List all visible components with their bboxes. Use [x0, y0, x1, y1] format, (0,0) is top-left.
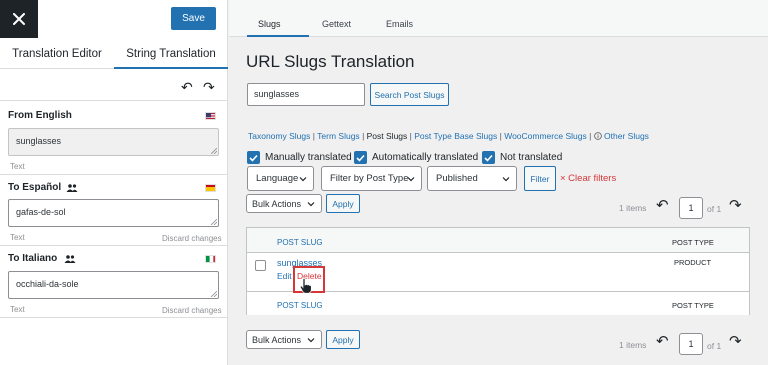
checkbox-checked[interactable] [247, 151, 260, 164]
tab-gettext[interactable]: Gettext [322, 19, 351, 29]
table-header: POST SLUG POST TYPE [247, 228, 749, 253]
divider [0, 317, 228, 318]
items-count-bottom: 1 items [619, 340, 647, 350]
nav-taxonomy-slugs[interactable]: Taxonomy Slugs [248, 131, 310, 141]
filter-button[interactable]: Filter [524, 166, 556, 191]
chevron-down-icon [502, 176, 510, 181]
discard-changes-link-it[interactable]: Discard changes [162, 306, 222, 315]
source-text-value: sunglasses [16, 136, 62, 146]
resize-grip-icon[interactable] [211, 219, 217, 225]
row-post-type: PRODUCT [674, 258, 712, 267]
column-post-slug[interactable]: POST SLUG [277, 238, 323, 247]
column-post-slug-footer[interactable]: POST SLUG [277, 301, 323, 310]
column-post-type-footer: POST TYPE [672, 301, 714, 310]
chevron-down-icon [407, 176, 415, 181]
chevron-down-icon [307, 337, 315, 342]
tab-emails[interactable]: Emails [386, 19, 413, 29]
next-page-icon[interactable]: ↷ [729, 334, 742, 349]
discard-changes-link-es[interactable]: Discard changes [162, 234, 222, 243]
italian-hint: Text [10, 305, 25, 314]
previous-page-icon[interactable]: ↶ [656, 334, 669, 349]
active-tab-indicator [247, 35, 309, 37]
bulk-actions-select-top[interactable]: Bulk Actions [246, 194, 322, 213]
language-select[interactable]: Language [247, 166, 314, 191]
items-count-top: 1 items [619, 203, 647, 213]
checkmark-icon [484, 154, 493, 162]
total-pages-bottom: of 1 [707, 341, 722, 351]
close-button[interactable] [0, 0, 38, 38]
filter-automatically-translated[interactable]: Automatically translated [354, 151, 478, 164]
target-language-label-es: To Español [8, 182, 62, 193]
nav-term-slugs[interactable]: Term Slugs [317, 131, 360, 141]
current-page-input-top[interactable]: 1 [679, 197, 703, 219]
column-post-type: POST TYPE [672, 238, 714, 247]
checkmark-icon [249, 154, 258, 162]
string-type-tabs: Slugs Gettext Emails [229, 0, 768, 37]
italian-translation-value: occhiali-da-sole [16, 279, 79, 289]
resize-grip-icon [211, 148, 217, 154]
chevron-down-icon [299, 176, 307, 181]
checkmark-icon [356, 154, 365, 162]
checkbox-label: Automatically translated [372, 152, 479, 163]
users-icon [66, 184, 78, 192]
us-flag-icon [205, 112, 216, 120]
nav-woocommerce-slugs[interactable]: WooCommerce Slugs [504, 131, 587, 141]
undo-icon[interactable]: ↶ [181, 80, 193, 94]
divider [0, 100, 228, 101]
checkbox-label: Manually translated [265, 152, 352, 163]
redo-icon[interactable]: ↷ [203, 80, 215, 94]
divider [0, 245, 228, 246]
row-edit-link[interactable]: Edit [277, 271, 292, 281]
translation-sidebar: Save Translation Editor String Translati… [0, 0, 228, 365]
row-checkbox[interactable] [255, 260, 266, 271]
total-pages-top: of 1 [707, 204, 722, 214]
filter-manually-translated[interactable]: Manually translated [247, 151, 352, 164]
apply-button-bottom[interactable]: Apply [326, 330, 360, 349]
clear-filters-link[interactable]: × Clear filters [560, 173, 616, 184]
users-icon [64, 255, 76, 263]
from-language-label: From English [8, 110, 72, 121]
source-hint: Text [10, 162, 25, 171]
spanish-hint: Text [10, 233, 25, 242]
nav-post-slugs[interactable]: Post Slugs [367, 131, 408, 141]
italian-translation-field[interactable]: occhiali-da-sole [8, 271, 219, 299]
tab-string-translation[interactable]: String Translation [114, 44, 228, 69]
search-input[interactable]: sunglasses [247, 83, 365, 106]
apply-button-top[interactable]: Apply [326, 194, 360, 213]
next-page-icon[interactable]: ↷ [729, 198, 742, 213]
slug-type-nav: Taxonomy Slugs | Term Slugs | Post Slugs… [248, 131, 649, 141]
divider [0, 174, 228, 175]
close-icon [13, 13, 25, 25]
checkbox-label: Not translated [500, 152, 563, 163]
current-page-input-bottom[interactable]: 1 [679, 333, 703, 355]
nav-other-slugs[interactable]: Other Slugs [604, 131, 649, 141]
hand-pointer-icon [299, 278, 312, 294]
save-button[interactable]: Save [171, 7, 216, 30]
editor-tabs: Translation Editor String Translation [0, 44, 228, 69]
search-post-slugs-button[interactable]: Search Post Slugs [370, 83, 449, 106]
spain-flag-icon [205, 184, 216, 192]
source-text-field: sunglasses [8, 128, 219, 156]
nav-post-type-base-slugs[interactable]: Post Type Base Slugs [414, 131, 497, 141]
status-select[interactable]: Published [427, 166, 517, 191]
page-title: URL Slugs Translation [246, 52, 415, 71]
tab-slugs[interactable]: Slugs [258, 19, 281, 29]
slugs-translation-page: Slugs Gettext Emails URL Slugs Translati… [229, 0, 768, 365]
bulk-actions-select-bottom[interactable]: Bulk Actions [246, 330, 322, 349]
chevron-down-icon [307, 201, 315, 206]
filter-not-translated[interactable]: Not translated [482, 151, 562, 164]
previous-page-icon[interactable]: ↶ [656, 198, 669, 213]
spanish-translation-field[interactable]: gafas-de-sol [8, 199, 219, 227]
post-type-select[interactable]: Filter by Post Type [321, 166, 422, 191]
resize-grip-icon[interactable] [211, 291, 217, 297]
italy-flag-icon [205, 255, 216, 263]
tab-translation-editor[interactable]: Translation Editor [0, 44, 114, 69]
table-footer: POST SLUG POST TYPE [247, 291, 749, 315]
target-language-label-it: To Italiano [8, 253, 58, 264]
checkbox-checked[interactable] [354, 151, 367, 164]
info-icon [593, 132, 602, 140]
checkbox-checked[interactable] [482, 151, 495, 164]
spanish-translation-value: gafas-de-sol [16, 207, 66, 217]
